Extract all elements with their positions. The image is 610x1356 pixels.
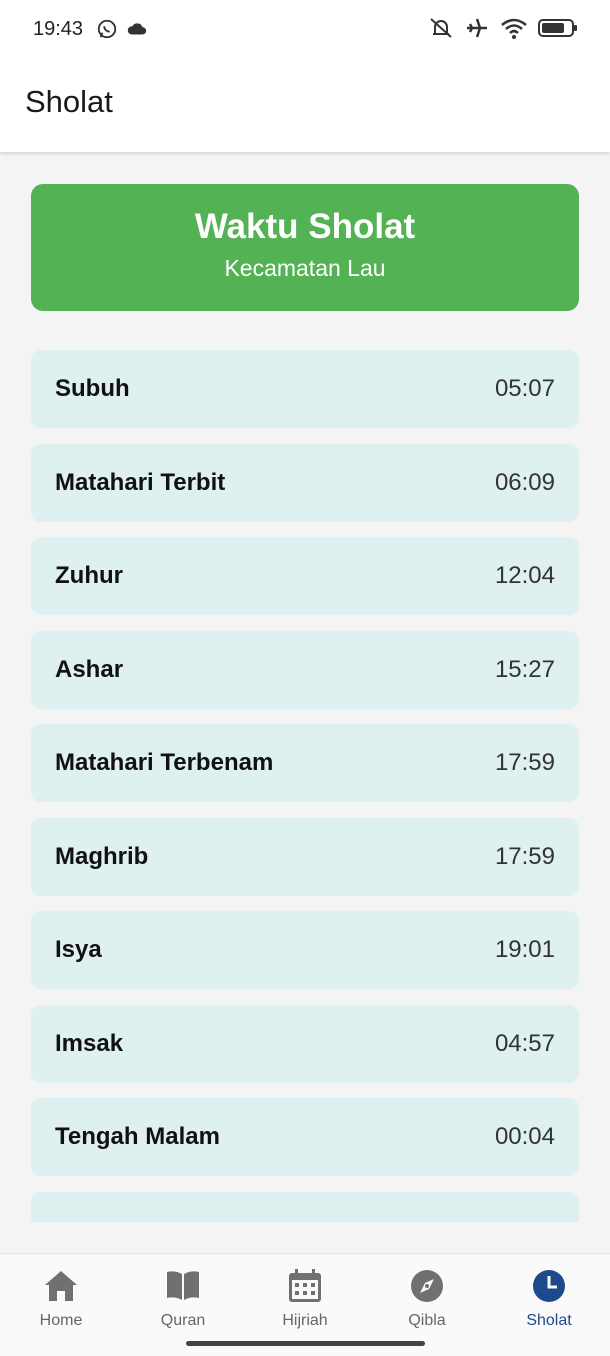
header-title: Waktu Sholat [194, 207, 416, 246]
prayer-name: Imsak [55, 1029, 124, 1057]
prayer-row-partial[interactable] [31, 1191, 579, 1222]
nav-label: Sholat [526, 1312, 572, 1329]
prayer-time: 17:59 [494, 842, 555, 870]
prayer-row-tengah-malam[interactable]: Tengah Malam 00:04 [31, 1098, 579, 1176]
mute-icon [428, 16, 454, 45]
status-time: 19:43 [33, 18, 84, 40]
header-location: Kecamatan Lau [224, 255, 386, 281]
app-bar: Sholat [0, 60, 610, 152]
nav-hijriah[interactable]: Hijriah [244, 1268, 366, 1330]
cloud-icon [126, 18, 148, 45]
prayer-row-ashar[interactable]: Ashar 15:27 [31, 630, 579, 709]
compass-icon [366, 1268, 488, 1304]
nav-quran[interactable]: Quran [122, 1268, 244, 1330]
prayer-name: Ashar [55, 655, 124, 683]
prayer-time: 05:07 [494, 375, 555, 402]
whatsapp-icon [96, 18, 118, 45]
prayer-name: Matahari Terbenam [55, 749, 274, 776]
prayer-time: 17:59 [494, 749, 555, 776]
prayer-name: Maghrib [55, 842, 149, 870]
bottom-navigation: Home Quran Hijriah Qibla Sholat [0, 1253, 610, 1356]
home-icon [0, 1268, 122, 1304]
book-icon [122, 1268, 244, 1304]
clock-icon [488, 1268, 610, 1304]
prayer-name: Zuhur [55, 562, 123, 589]
prayer-name: Subuh [55, 375, 130, 402]
wifi-icon [500, 16, 528, 45]
nav-sholat[interactable]: Sholat [488, 1268, 610, 1330]
prayer-row-matahari-terbenam[interactable]: Matahari Terbenam 17:59 [31, 724, 579, 802]
prayer-time: 19:01 [494, 936, 555, 963]
page-title: Sholat [25, 84, 113, 119]
nav-label: Quran [160, 1312, 206, 1329]
prayer-time: 12:04 [494, 562, 555, 589]
prayer-row-imsak[interactable]: Imsak 04:57 [31, 1004, 579, 1083]
prayer-times-header-card: Waktu Sholat Kecamatan Lau [31, 184, 579, 311]
home-indicator[interactable] [186, 1341, 425, 1346]
prayer-time: 04:57 [494, 1029, 555, 1057]
prayer-name: Isya [55, 936, 102, 963]
nav-label: Home [39, 1312, 83, 1329]
airplane-icon [464, 16, 490, 45]
nav-label: Qibla [408, 1312, 446, 1329]
prayer-row-maghrib[interactable]: Maghrib 17:59 [31, 817, 579, 896]
battery-icon [538, 17, 578, 44]
prayer-row-subuh[interactable]: Subuh 05:07 [31, 350, 579, 428]
prayer-row-zuhur[interactable]: Zuhur 12:04 [31, 537, 579, 615]
prayer-row-matahari-terbit[interactable]: Matahari Terbit 06:09 [31, 443, 579, 522]
prayer-name: Tengah Malam [55, 1123, 220, 1150]
content-scroll[interactable]: Waktu Sholat Kecamatan Lau Subuh 05:07 M… [0, 152, 610, 1222]
nav-qibla[interactable]: Qibla [366, 1268, 488, 1330]
status-bar: 19:43 [0, 0, 610, 60]
nav-label: Hijriah [282, 1312, 328, 1329]
prayer-time: 06:09 [494, 468, 555, 496]
prayer-list: Subuh 05:07 Matahari Terbit 06:09 Zuhur … [31, 350, 579, 1222]
prayer-time: 15:27 [494, 655, 555, 683]
prayer-name: Matahari Terbit [55, 468, 226, 496]
nav-home[interactable]: Home [0, 1268, 122, 1330]
calendar-icon [244, 1268, 366, 1304]
prayer-time: 00:04 [494, 1123, 555, 1150]
prayer-row-isya[interactable]: Isya 19:01 [31, 911, 579, 989]
